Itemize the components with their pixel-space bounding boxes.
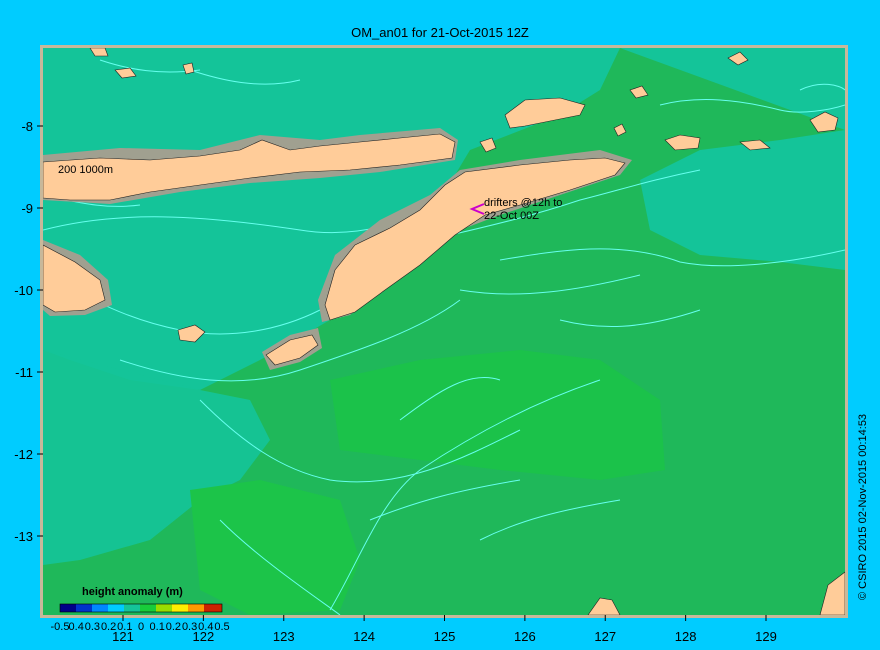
map-figure: OM_an01 for 21-Oct-2015 12Z 200 1000m dr… [14, 25, 869, 644]
drifters-label-line2: 22-Oct 00Z [484, 210, 539, 222]
x-tick-label: 125 [434, 629, 456, 644]
page: OM_an01 for 21-Oct-2015 12Z 200 1000m dr… [0, 0, 880, 650]
colorbar-tick-label: 0.5 [214, 621, 229, 633]
colorbar-tick-label: 0.1 [150, 621, 165, 633]
colorbar-tick-label: 0 [138, 621, 144, 633]
colorbar-tick-label: -0.5 [51, 621, 70, 633]
x-tick-label: 128 [675, 629, 697, 644]
x-tick-label: 124 [353, 629, 375, 644]
legend-title: height anomaly (m) [82, 586, 183, 598]
drifters-label-line1: drifters @12h to [484, 197, 562, 209]
y-tick-label: -11 [15, 365, 33, 380]
colorbar-tick-label: 0.4 [69, 621, 84, 633]
colorbar-tick-label: 0.2 [166, 621, 181, 633]
x-axis: 121 122 123 124 125 126 127 128 129 [112, 615, 777, 644]
x-tick-label: 127 [594, 629, 616, 644]
y-tick-label: -12 [14, 447, 33, 462]
x-tick-label: 121 [112, 629, 134, 644]
y-tick-label: -8 [21, 119, 33, 134]
colorbar-tick-label: 0.3 [85, 621, 100, 633]
y-tick-label: -13 [14, 529, 33, 544]
y-tick-label: -10 [14, 283, 33, 298]
colorbar [59, 603, 223, 613]
y-tick-label: -9 [21, 201, 33, 216]
depth-label: 200 1000m [58, 164, 113, 176]
x-tick-label: 123 [273, 629, 295, 644]
figure-title: OM_an01 for 21-Oct-2015 12Z [351, 25, 529, 40]
x-tick-label: 129 [755, 629, 777, 644]
credit-text: © CSIRO 2015 02-Nov-2015 00:14:53 [857, 414, 869, 600]
map-area: 200 1000m drifters @12h to 22-Oct 00Z he… [43, 48, 845, 615]
x-tick-label: 126 [514, 629, 536, 644]
x-tick-label: 122 [193, 629, 215, 644]
ocean-bright-southwest [190, 480, 360, 615]
y-axis: -8 -9 -10 -11 -12 -13 [14, 119, 43, 544]
